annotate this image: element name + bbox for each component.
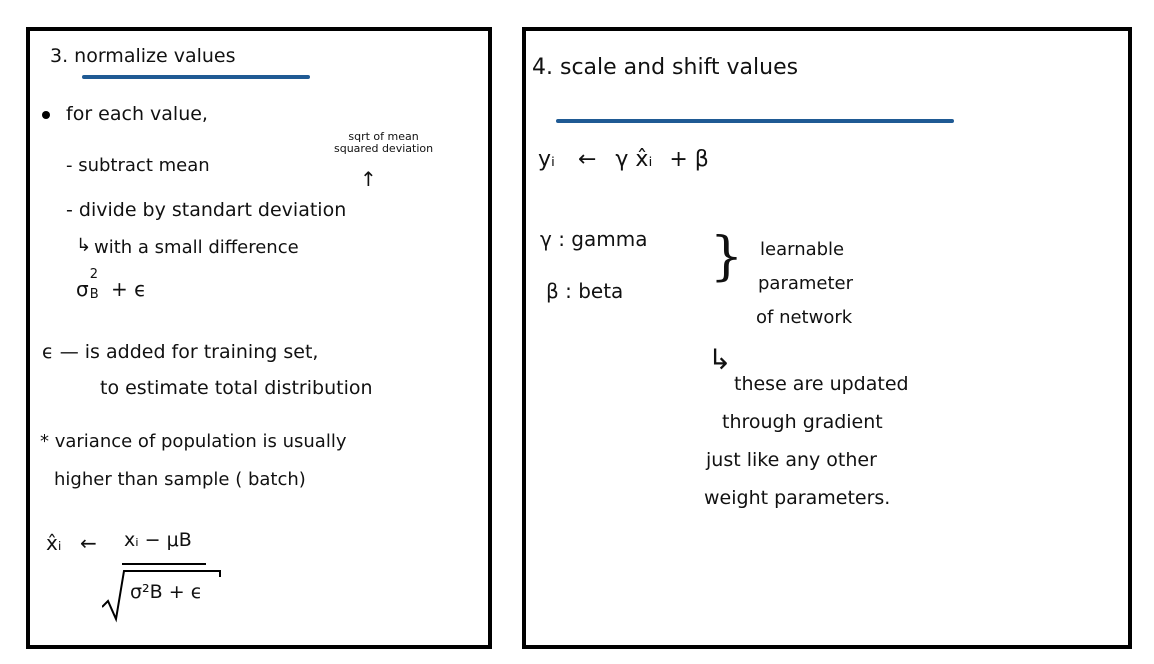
note-line-2: squared deviation (334, 142, 434, 155)
hook-arrow-icon: ↳ (76, 235, 92, 256)
eq-xhat: x̂ᵢ (635, 147, 653, 172)
eq-arrow: ← (577, 147, 597, 172)
up-arrow-icon: ↑ (360, 167, 377, 191)
bullet-dot-icon (42, 111, 50, 119)
epsilon-line-1: ϵ — is added for training set, (42, 341, 319, 363)
heading-underline (556, 119, 954, 123)
brace-icon: } (710, 227, 744, 287)
bullet-text: for each value, (66, 103, 208, 125)
star-line-1: * variance of population is usually (40, 431, 347, 452)
heading-underline (82, 75, 310, 79)
var-sub: B (89, 287, 99, 302)
updated-line-4: weight parameters. (704, 487, 891, 509)
updated-line-3: just like any other (706, 449, 877, 471)
formula-numerator: xᵢ − μB (124, 529, 192, 551)
formula-arrow: ← (80, 531, 97, 555)
updated-line-1: these are updated (734, 373, 909, 395)
learnable-line-3: of network (756, 307, 853, 328)
var-rest: + ϵ (111, 277, 147, 301)
note-sqrt: sqrt of mean squared deviation (334, 131, 433, 155)
formula-lhs: x̂ᵢ (46, 531, 62, 555)
star-line-2: higher than sample ( batch) (54, 469, 306, 490)
left-heading: 3. normalize values (50, 45, 236, 67)
learnable-line-1: learnable (760, 239, 845, 260)
right-panel: 4. scale and shift values yᵢ ← γ x̂ᵢ + β… (522, 27, 1132, 649)
eq-plus-beta: + β (669, 147, 709, 172)
fraction-bar (122, 563, 206, 565)
variance-expression: σ2 B + ϵ (76, 267, 147, 302)
equation: yᵢ ← γ x̂ᵢ + β (538, 147, 709, 172)
eq-gamma: γ (615, 147, 629, 172)
step-divide: - divide by standart deviation (66, 199, 347, 221)
beta-definition: β : beta (546, 279, 624, 303)
right-heading: 4. scale and shift values (532, 55, 799, 80)
gamma-definition: γ : gamma (540, 227, 648, 251)
step-subtract-mean: - subtract mean (66, 155, 210, 176)
epsilon-line-2: to estimate total distribution (100, 377, 373, 399)
learnable-line-2: parameter (758, 273, 854, 294)
eq-y: yᵢ (538, 147, 555, 172)
formula-denominator: σ²B + ϵ (130, 581, 203, 603)
var-sigma: σ (76, 277, 89, 301)
updated-line-2: through gradient (722, 411, 883, 433)
left-panel: 3. normalize values for each value, - su… (26, 27, 492, 649)
small-difference-text: with a small difference (94, 237, 299, 258)
var-sup: 2 (89, 267, 98, 282)
hook-arrow-icon: ↳ (708, 343, 732, 376)
